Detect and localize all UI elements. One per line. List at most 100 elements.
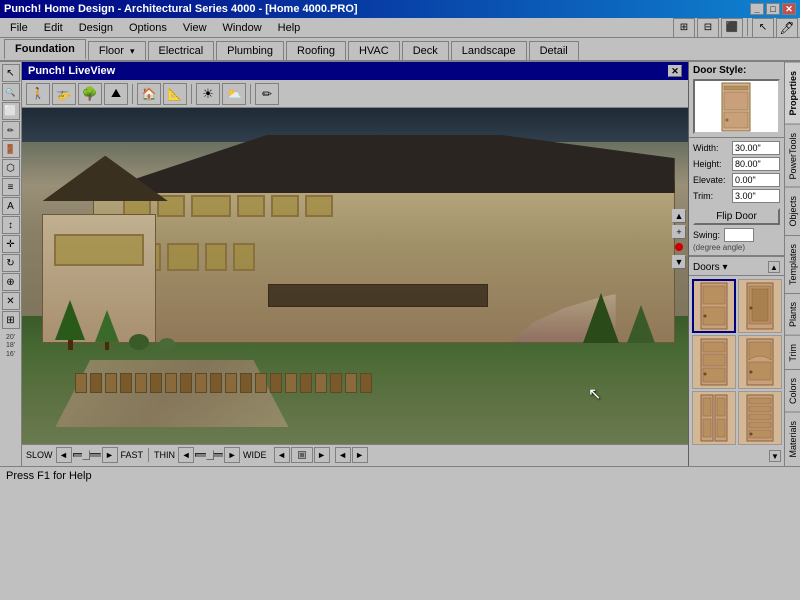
lv-walk-btn[interactable]: 🚶 <box>26 83 50 105</box>
planter <box>330 373 342 393</box>
zoom-tool[interactable]: 🔍 <box>2 83 20 101</box>
doors-grid <box>689 276 784 448</box>
vtab-templates[interactable]: Templates <box>785 235 800 293</box>
height-input[interactable] <box>732 157 780 171</box>
door-item-4[interactable] <box>738 335 782 389</box>
lv-fly-btn[interactable]: 🚁 <box>52 83 76 105</box>
grid-view-btn[interactable]: ⊞ <box>673 18 695 38</box>
door-item-6[interactable] <box>738 391 782 445</box>
doors-header[interactable]: Doors ▾ ▲ <box>689 259 784 276</box>
tree-3 <box>583 293 619 343</box>
nav-btn-group: ◄ ► <box>274 447 330 463</box>
liveview-toolbar: 🚶 🚁 🌳 ⛰ 🏠 📐 ☀ ⛅ ✏ <box>22 80 688 108</box>
width-input[interactable] <box>732 141 780 155</box>
planter <box>120 373 132 393</box>
text-tool[interactable]: A <box>2 197 20 215</box>
view-next-btn[interactable]: ► <box>352 447 368 463</box>
speed-slider-track[interactable] <box>73 453 101 457</box>
stair-tool[interactable]: ≡ <box>2 178 20 196</box>
speed-right-btn[interactable]: ► <box>102 447 118 463</box>
menu-help[interactable]: Help <box>270 20 309 36</box>
lv-sun-btn[interactable]: ☀ <box>196 83 220 105</box>
width-left-btn[interactable]: ◄ <box>178 447 194 463</box>
tab-roofing[interactable]: Roofing <box>286 41 346 60</box>
nav-plus[interactable]: + <box>672 225 686 239</box>
menu-options[interactable]: Options <box>121 20 175 36</box>
door-item-3[interactable] <box>692 335 736 389</box>
menu-window[interactable]: Window <box>215 20 270 36</box>
door-item-1[interactable] <box>692 279 736 333</box>
vtab-colors[interactable]: Colors <box>785 369 800 412</box>
width-slider-thumb[interactable] <box>206 450 214 460</box>
tab-foundation[interactable]: Foundation <box>4 39 86 60</box>
liveview-close-btn[interactable]: ✕ <box>668 65 682 77</box>
wall-tool[interactable]: ⬜ <box>2 102 20 120</box>
layout-btn[interactable]: ⊟ <box>697 18 719 38</box>
vtab-trim[interactable]: Trim <box>785 335 800 370</box>
nav-joystick <box>298 451 306 459</box>
copy-tool[interactable]: ⊕ <box>2 273 20 291</box>
vtab-powertools[interactable]: PowerTools <box>785 124 800 188</box>
elevate-input[interactable] <box>732 173 780 187</box>
menu-file[interactable]: File <box>2 20 36 36</box>
close-button[interactable]: ✕ <box>782 3 796 15</box>
vtab-objects[interactable]: Objects <box>785 187 800 235</box>
doors-scroll-down[interactable]: ▼ <box>769 450 781 462</box>
vtab-plants[interactable]: Plants <box>785 293 800 335</box>
tab-floor[interactable]: Floor ▾ <box>88 41 146 60</box>
3d-view-canvas[interactable]: ↖ ▲ + ▼ <box>22 108 688 444</box>
nav-up[interactable]: ▲ <box>672 209 686 223</box>
door-item-5[interactable] <box>692 391 736 445</box>
width-slider-track[interactable] <box>195 453 223 457</box>
tab-hvac[interactable]: HVAC <box>348 41 400 60</box>
vtab-materials[interactable]: Materials <box>785 412 800 466</box>
nav-btn-center[interactable] <box>291 447 313 463</box>
tab-electrical[interactable]: Electrical <box>148 41 215 60</box>
nav-btn-right[interactable]: ► <box>314 447 330 463</box>
speed-slider-thumb[interactable] <box>82 450 90 460</box>
paint-btn[interactable]: 🖊 <box>776 18 798 38</box>
door-item-2[interactable] <box>738 279 782 333</box>
left-toolbar: ↖ 🔍 ⬜ ✏ 🚪 ⬡ ≡ A ↕ ✛ ↻ ⊕ ✕ ⊞ 20'18'16' <box>0 62 22 466</box>
measure-tool[interactable]: ↕ <box>2 216 20 234</box>
planter <box>90 373 102 393</box>
lv-clouds-btn[interactable]: ⛅ <box>222 83 246 105</box>
menu-view[interactable]: View <box>175 20 215 36</box>
tab-deck[interactable]: Deck <box>402 41 449 60</box>
view-prev-btn[interactable]: ◄ <box>335 447 351 463</box>
trim-input[interactable] <box>732 189 780 203</box>
draw-tool[interactable]: ✏ <box>2 121 20 139</box>
3d-btn[interactable]: ⬛ <box>721 18 743 38</box>
lv-pencil-btn[interactable]: ✏ <box>255 83 279 105</box>
lv-drafting-btn[interactable]: 📐 <box>163 83 187 105</box>
lv-house-btn[interactable]: 🏠 <box>137 83 161 105</box>
flip-door-btn[interactable]: Flip Door <box>693 208 780 225</box>
move-tool[interactable]: ✛ <box>2 235 20 253</box>
width-right-btn[interactable]: ► <box>224 447 240 463</box>
nav-down[interactable]: ▼ <box>672 255 686 269</box>
tree-2 <box>95 310 119 350</box>
fast-label: FAST <box>121 450 144 460</box>
swing-input[interactable] <box>724 228 754 242</box>
nav-btn-left[interactable]: ◄ <box>274 447 290 463</box>
menu-design[interactable]: Design <box>71 20 121 36</box>
tab-plumbing[interactable]: Plumbing <box>216 41 284 60</box>
doors-scroll-up[interactable]: ▲ <box>768 261 780 273</box>
menu-edit[interactable]: Edit <box>36 20 71 36</box>
maximize-button[interactable]: □ <box>766 3 780 15</box>
grid-tool[interactable]: ⊞ <box>2 311 20 329</box>
delete-tool[interactable]: ✕ <box>2 292 20 310</box>
rotate-tool[interactable]: ↻ <box>2 254 20 272</box>
speed-left-btn[interactable]: ◄ <box>56 447 72 463</box>
window-tool[interactable]: ⬡ <box>2 159 20 177</box>
door-tool[interactable]: 🚪 <box>2 140 20 158</box>
lv-terrain-btn[interactable]: ⛰ <box>104 83 128 105</box>
tab-landscape[interactable]: Landscape <box>451 41 527 60</box>
select-tool[interactable]: ↖ <box>2 64 20 82</box>
tab-detail[interactable]: Detail <box>529 41 579 60</box>
vtab-properties[interactable]: Properties <box>785 62 800 124</box>
lv-tree-btn[interactable]: 🌳 <box>78 83 102 105</box>
minimize-button[interactable]: _ <box>750 3 764 15</box>
door-4-svg <box>746 338 774 386</box>
pointer-btn[interactable]: ↖ <box>752 18 774 38</box>
